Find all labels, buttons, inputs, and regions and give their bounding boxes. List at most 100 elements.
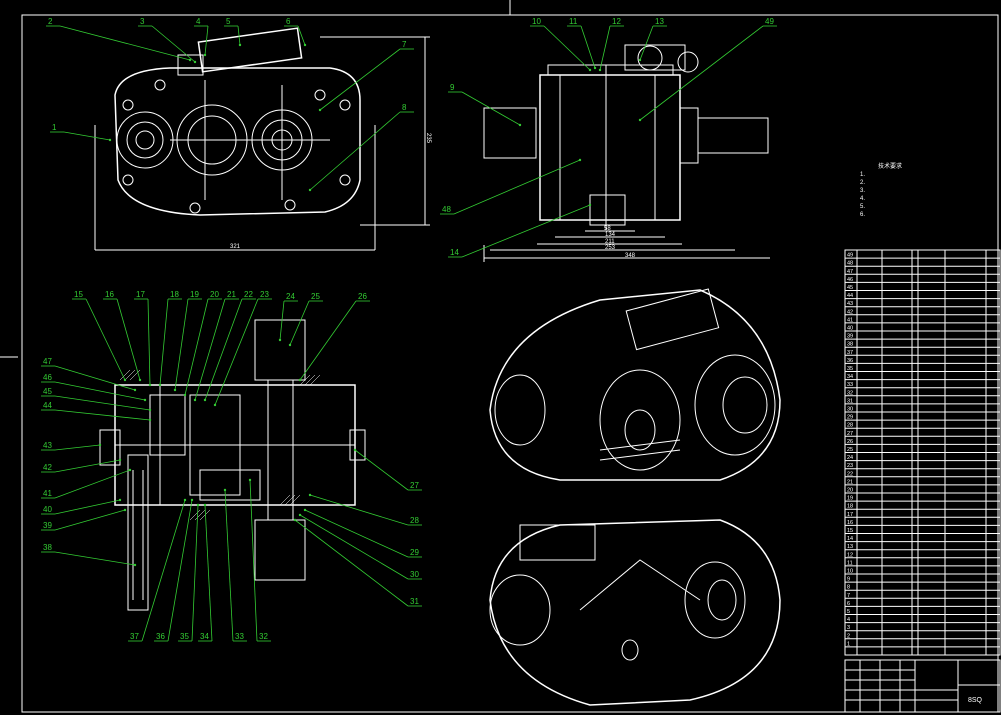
callout-dot	[193, 398, 197, 402]
callout-leader	[54, 499, 121, 515]
callout-dot	[123, 378, 127, 382]
callout-dot	[148, 408, 152, 412]
callout-dot	[303, 508, 307, 512]
bom-row-number: 16	[847, 520, 853, 526]
callout-leader	[147, 298, 151, 386]
callout-number: 16	[105, 290, 114, 299]
callout-number: 1	[52, 123, 57, 132]
cad-drawing-sheet: 321 235 58 134 211 253 348 技术要求 1. 2. 3.…	[0, 0, 1001, 713]
callout-leader	[299, 300, 357, 381]
side-view	[483, 44, 770, 262]
callout-4: 4	[194, 17, 209, 57]
drawing-code: 8SQ	[968, 697, 983, 704]
callout-dot	[308, 493, 312, 497]
callout-dot	[183, 393, 187, 397]
callout-11: 11	[567, 17, 597, 70]
callout-16: 16	[103, 290, 142, 382]
bom-row-number: 4	[847, 617, 850, 623]
bom-row-number: 29	[847, 415, 853, 421]
callout-dot	[593, 66, 597, 70]
bom-row-number: 42	[847, 309, 853, 315]
callout-number: 26	[358, 292, 367, 301]
callout-dot	[143, 398, 147, 402]
callout-leader	[54, 509, 126, 531]
callout-number: 7	[402, 40, 407, 49]
dimension-front-width: 321	[230, 244, 241, 250]
callout-number: 4	[196, 17, 201, 26]
bom-row-number: 5	[847, 609, 850, 615]
callout-number: 15	[74, 290, 83, 299]
isometric-view-top	[489, 288, 781, 481]
bom-row-number: 30	[847, 407, 853, 413]
bom-row-number: 25	[847, 447, 853, 453]
callout-dot	[148, 383, 152, 387]
bom-row-number: 26	[847, 439, 853, 445]
callout-dot	[298, 378, 302, 382]
callout-dot	[203, 503, 207, 507]
bom-row-number: 18	[847, 504, 853, 510]
callout-number: 22	[244, 290, 253, 299]
bom-row-number: 45	[847, 285, 853, 291]
bom-row-number: 36	[847, 358, 853, 364]
bom-row-number: 48	[847, 261, 853, 267]
callout-number: 41	[43, 489, 52, 498]
callout-leader	[54, 459, 121, 473]
dimension-side-2: 134	[605, 232, 616, 238]
callout-12: 12	[598, 17, 624, 72]
callout-dot	[248, 478, 252, 482]
bom-row-number: 10	[847, 569, 853, 575]
callout-number: 29	[410, 548, 419, 557]
callout-9: 9	[448, 83, 522, 127]
callout-leader	[580, 25, 596, 69]
callout-dot	[123, 508, 127, 512]
callout-leader	[453, 159, 581, 215]
callout-44: 44	[41, 401, 152, 422]
callout-leader	[304, 509, 409, 558]
callout-leader	[461, 204, 591, 258]
callout-number: 8	[402, 103, 407, 112]
section-view	[99, 319, 366, 611]
callout-number: 37	[130, 632, 139, 641]
bom-row-number: 49	[847, 253, 853, 259]
callout-5: 5	[224, 17, 242, 47]
callout-49: 49	[638, 17, 777, 122]
note-item: 3.	[860, 188, 865, 194]
callout-dot	[293, 518, 297, 522]
callout-dot	[278, 338, 282, 342]
callout-number: 2	[48, 17, 53, 26]
callout-number: 46	[43, 373, 52, 382]
callout-dot	[193, 60, 197, 64]
bom-row-number: 24	[847, 455, 853, 461]
bom-row-number: 32	[847, 390, 853, 396]
callout-number: 43	[43, 441, 52, 450]
callout-number: 49	[765, 17, 774, 26]
callout-1: 1	[50, 123, 112, 142]
bom-row-number: 38	[847, 342, 853, 348]
callout-number: 14	[450, 248, 459, 257]
callout-leader	[599, 25, 611, 71]
bom-row-number: 27	[847, 431, 853, 437]
callout-dot	[203, 53, 207, 57]
callout-dot	[158, 383, 162, 387]
front-view	[94, 27, 430, 251]
callout-dot	[223, 488, 227, 492]
callout-leader	[63, 131, 111, 141]
callout-leader	[299, 514, 409, 580]
callout-number: 28	[410, 516, 419, 525]
bom-row-number: 15	[847, 528, 853, 534]
bom-row-number: 37	[847, 350, 853, 356]
callout-dot	[148, 418, 152, 422]
callout-dot	[238, 43, 242, 47]
callout-number: 40	[43, 505, 52, 514]
callout-number: 20	[210, 290, 219, 299]
bom-row-number: 34	[847, 374, 853, 380]
callout-number: 23	[260, 290, 269, 299]
callout-leader	[54, 444, 101, 451]
note-item: 1.	[860, 172, 865, 178]
callout-dot	[133, 388, 137, 392]
callout-dot	[118, 458, 122, 462]
bom-row-number: 12	[847, 552, 853, 558]
callout-number: 10	[532, 17, 541, 26]
bom-row-number: 2	[847, 633, 850, 639]
callout-number: 11	[569, 17, 578, 26]
